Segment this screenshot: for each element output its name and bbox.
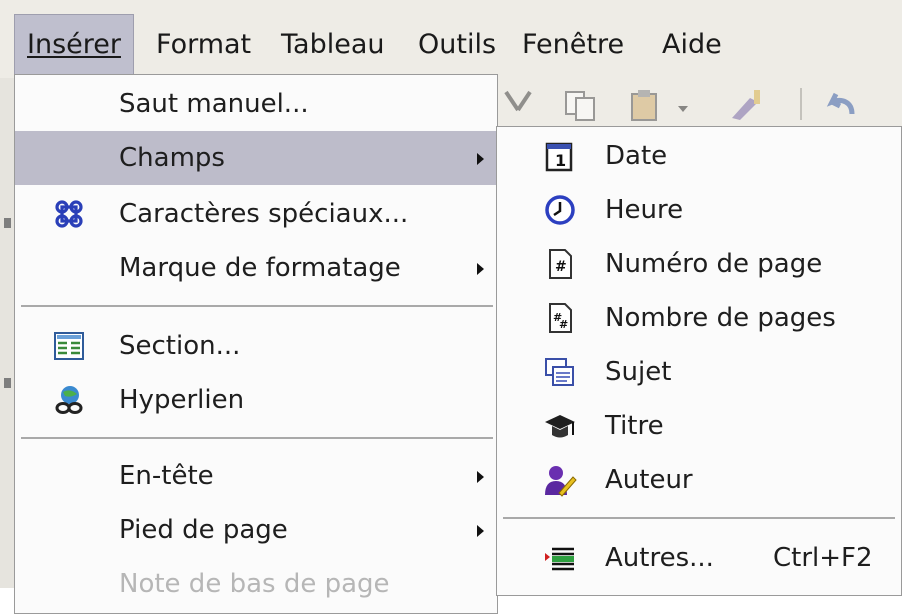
shortcut-label: Ctrl+F2 [773, 543, 873, 573]
menu-item-section[interactable]: Section... [15, 319, 497, 373]
submenu-item-label: Date [605, 141, 668, 171]
menu-item-pied-de-page[interactable]: Pied de page [15, 503, 497, 557]
submenu-item-date[interactable]: 1 Date [497, 129, 901, 183]
menu-aide[interactable]: Aide [662, 18, 722, 72]
submenu-item-label: Sujet [605, 357, 672, 387]
paste-icon[interactable] [626, 88, 666, 122]
submenu-item-numero-de-page[interactable]: # Numéro de page [497, 237, 901, 291]
menu-outils[interactable]: Outils [418, 18, 496, 72]
submenu-arrow-icon [477, 471, 484, 483]
cut-icon[interactable] [500, 88, 536, 122]
submenu-item-auteur[interactable]: Auteur [497, 453, 901, 507]
menu-item-label: Caractères spéciaux... [119, 199, 409, 229]
submenu-item-label: Nombre de pages [605, 303, 836, 333]
menu-item-label: Section... [119, 331, 241, 361]
page-number-icon: # [549, 249, 572, 279]
menu-bar: Insérer Format Tableau Outils Fenêtre Ai… [0, 0, 902, 78]
menu-item-label: Note de bas de page [119, 569, 390, 599]
svg-text:#: # [555, 259, 567, 275]
insert-menu: Saut manuel... Champs Caractères spéciau… [14, 74, 498, 614]
special-characters-icon [55, 200, 83, 228]
submenu-item-label: Autres... [605, 543, 714, 573]
submenu-item-label: Heure [605, 195, 684, 225]
ruler-mark [4, 218, 11, 228]
submenu-item-titre[interactable]: Titre [497, 399, 901, 453]
menu-item-note-de-bas-de-page: Note de bas de page [15, 557, 497, 611]
undo-icon[interactable] [822, 88, 872, 122]
fields-submenu: 1 Date Heure # Numéro de page # # Nombre… [496, 126, 902, 596]
section-icon [54, 332, 84, 360]
menu-item-label: Marque de formatage [119, 253, 401, 283]
submenu-arrow-icon [477, 525, 484, 537]
graduation-cap-icon [545, 415, 575, 438]
submenu-arrow-icon [477, 153, 484, 165]
menu-item-label: En-tête [119, 461, 214, 491]
submenu-item-sujet[interactable]: Sujet [497, 345, 901, 399]
toolbar-separator [800, 88, 802, 120]
hyperlink-icon [55, 386, 83, 414]
menu-separator [21, 437, 493, 439]
other-fields-icon [545, 547, 574, 571]
submenu-item-label: Numéro de page [605, 249, 823, 279]
menu-item-champs[interactable]: Champs [15, 131, 497, 185]
menu-item-label: Pied de page [119, 515, 288, 545]
clock-icon [545, 195, 575, 225]
svg-text:#: # [559, 318, 568, 331]
menu-format[interactable]: Format [156, 18, 251, 72]
submenu-item-autres[interactable]: Autres... Ctrl+F2 [497, 531, 901, 585]
menu-fenetre[interactable]: Fenêtre [522, 18, 624, 72]
submenu-item-label: Auteur [605, 465, 693, 495]
menu-item-label: Champs [119, 143, 225, 173]
paste-dropdown-icon[interactable] [672, 88, 694, 122]
submenu-item-label: Titre [605, 411, 664, 441]
menu-item-caracteres-speciaux[interactable]: Caractères spéciaux... [15, 187, 497, 241]
format-paintbrush-icon[interactable] [724, 88, 768, 122]
svg-text:1: 1 [555, 151, 566, 170]
menu-item-marque-de-formatage[interactable]: Marque de formatage [15, 241, 497, 295]
copy-icon[interactable] [560, 88, 600, 122]
menu-inserer[interactable]: Insérer [14, 14, 134, 76]
subject-icon [545, 358, 574, 386]
submenu-item-heure[interactable]: Heure [497, 183, 901, 237]
submenu-item-nombre-de-pages[interactable]: # # Nombre de pages [497, 291, 901, 345]
menu-separator [503, 517, 895, 519]
menu-item-label: Saut manuel... [119, 89, 309, 119]
author-icon [545, 466, 577, 497]
ruler-mark [4, 378, 11, 388]
menu-item-saut-manuel[interactable]: Saut manuel... [15, 77, 497, 131]
calendar-icon: 1 [545, 142, 573, 172]
menu-separator [21, 305, 493, 307]
document-left-edge [0, 78, 14, 588]
menu-item-hyperlien[interactable]: Hyperlien [15, 373, 497, 427]
menu-tableau[interactable]: Tableau [281, 18, 384, 72]
menu-item-en-tete[interactable]: En-tête [15, 449, 497, 503]
submenu-arrow-icon [477, 263, 484, 275]
page-count-icon: # # [549, 303, 572, 333]
menu-item-label: Hyperlien [119, 385, 245, 415]
